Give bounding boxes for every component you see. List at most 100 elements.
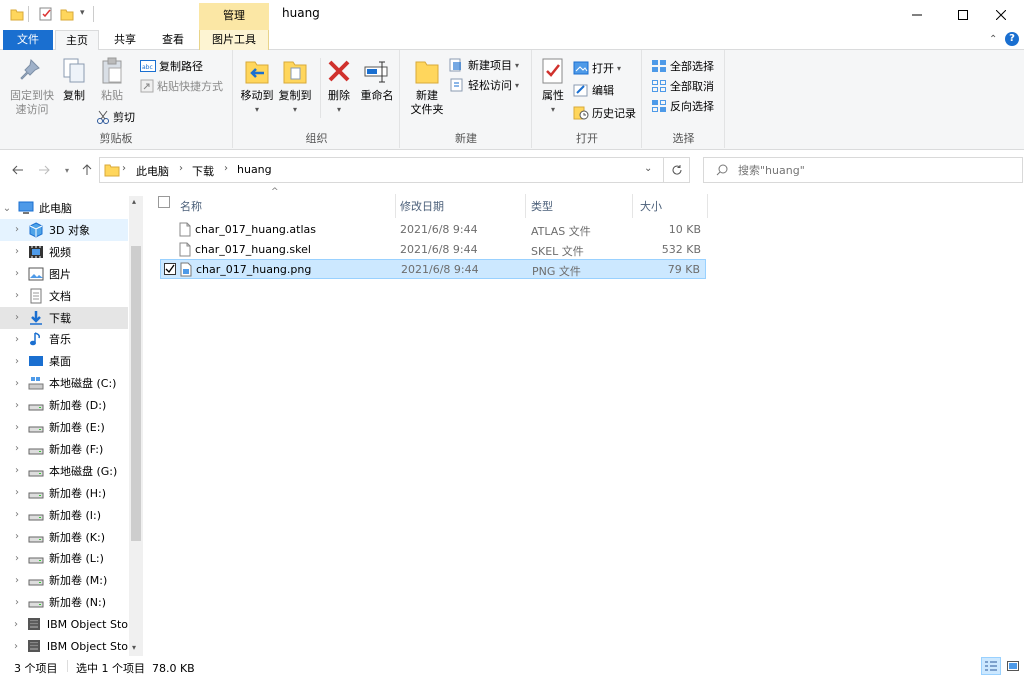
row-checkbox[interactable] xyxy=(164,263,176,275)
chevron-right-icon[interactable]: › xyxy=(10,487,24,498)
nav-item[interactable]: › IBM Object Sto xyxy=(0,613,128,635)
rename-button[interactable]: 重命名 xyxy=(358,56,396,103)
recent-locations-button[interactable]: ▾ xyxy=(60,160,74,180)
nav-item[interactable]: › 视频 xyxy=(0,241,128,263)
column-header-type[interactable]: 类型 xyxy=(531,194,631,218)
chevron-right-icon[interactable]: › xyxy=(10,509,24,520)
breadcrumb-downloads[interactable]: 下载 xyxy=(192,163,214,179)
column-separator[interactable] xyxy=(395,194,396,218)
open-button[interactable]: 打开 ▾ xyxy=(573,59,621,77)
chevron-right-icon[interactable]: › xyxy=(10,553,24,564)
breadcrumb-huang[interactable]: huang xyxy=(237,163,272,176)
chevron-right-icon[interactable]: › xyxy=(10,641,22,652)
breadcrumb-this-pc[interactable]: 此电脑 xyxy=(136,163,169,179)
nav-item[interactable]: › 新加卷 (M:) xyxy=(0,569,128,591)
manage-context-tab[interactable]: 管理 xyxy=(199,3,269,30)
column-header-size[interactable]: 大小 xyxy=(640,194,706,218)
invert-selection-button[interactable]: 反向选择 xyxy=(651,97,714,115)
scroll-down-arrow[interactable]: ▾ xyxy=(132,643,136,652)
nav-item[interactable]: › 新加卷 (F:) xyxy=(0,438,128,460)
chevron-right-icon[interactable]: › xyxy=(10,356,24,367)
select-all-checkbox[interactable] xyxy=(158,196,170,208)
properties-quick-icon[interactable] xyxy=(38,6,54,22)
row-checkbox[interactable] xyxy=(163,223,175,235)
chevron-right-icon[interactable]: › xyxy=(10,443,24,454)
chevron-right-icon[interactable]: › xyxy=(10,575,24,586)
up-button[interactable] xyxy=(78,160,96,180)
search-box[interactable] xyxy=(703,157,1023,183)
select-none-button[interactable]: 全部取消 xyxy=(651,77,714,95)
nav-item[interactable]: › 下载 xyxy=(0,306,128,329)
nav-item[interactable]: › 新加卷 (D:) xyxy=(0,394,128,416)
nav-scrollbar-thumb[interactable] xyxy=(131,246,141,541)
nav-item[interactable]: › 新加卷 (N:) xyxy=(0,591,128,613)
chevron-right-icon[interactable]: › xyxy=(10,268,24,279)
details-view-button[interactable] xyxy=(981,657,1001,675)
file-row[interactable]: char_017_huang.skel 2021/6/8 9:44 SKEL 文件 5… xyxy=(160,240,706,260)
tab-file[interactable]: 文件 xyxy=(3,30,53,50)
row-checkbox[interactable] xyxy=(163,243,175,255)
copy-to-button[interactable]: 复制到 ▾ xyxy=(276,56,314,117)
chevron-right-icon[interactable]: › xyxy=(10,597,24,608)
chevron-right-icon[interactable]: › xyxy=(10,400,24,411)
chevron-down-icon[interactable]: ⌄ xyxy=(0,203,14,214)
chevron-right-icon[interactable]: › xyxy=(10,224,24,235)
search-input[interactable] xyxy=(738,161,1008,179)
column-separator[interactable] xyxy=(525,194,526,218)
collapse-ribbon-icon[interactable]: ⌃ xyxy=(989,34,997,45)
nav-item[interactable]: › 桌面 xyxy=(0,350,128,372)
nav-item[interactable]: › 文档 xyxy=(0,285,128,307)
nav-item[interactable]: › 新加卷 (L:) xyxy=(0,547,128,569)
forward-button[interactable] xyxy=(34,160,54,180)
nav-item[interactable]: ⌄ 此电脑 xyxy=(0,197,128,219)
select-all-button[interactable]: 全部选择 xyxy=(651,57,714,75)
chevron-right-icon[interactable]: › xyxy=(10,531,24,542)
address-bar[interactable]: › 此电脑 › 下载 › huang ⌄ xyxy=(99,157,664,183)
tab-picture-tools[interactable]: 图片工具 xyxy=(199,30,269,50)
nav-item[interactable]: › 新加卷 (I:) xyxy=(0,504,128,526)
cut-button[interactable]: 剪切 xyxy=(96,108,135,126)
column-header-date[interactable]: 修改日期 xyxy=(400,194,524,218)
scroll-up-arrow[interactable]: ▴ xyxy=(132,197,136,206)
move-to-button[interactable]: 移动到 ▾ xyxy=(238,56,276,117)
new-folder-quick-icon[interactable] xyxy=(60,7,74,21)
nav-item[interactable]: › 3D 对象 xyxy=(0,218,128,241)
refresh-button[interactable] xyxy=(664,157,690,183)
large-icons-view-button[interactable] xyxy=(1003,657,1023,675)
nav-item[interactable]: › 音乐 xyxy=(0,328,128,350)
properties-button[interactable]: 属性 ▾ xyxy=(537,56,569,117)
pin-quick-access-button[interactable]: 固定到快 速访问 xyxy=(6,56,58,117)
new-folder-button[interactable]: 新建 文件夹 xyxy=(407,56,447,117)
column-separator[interactable] xyxy=(707,194,708,218)
delete-button[interactable]: 删除 ▾ xyxy=(324,56,354,117)
chevron-right-icon[interactable]: › xyxy=(10,246,24,257)
copy-path-button[interactable]: abc 复制路径 xyxy=(140,57,203,75)
paste-shortcut-button[interactable]: 粘贴快捷方式 xyxy=(140,77,223,95)
easy-access-button[interactable]: 轻松访问 ▾ xyxy=(449,76,519,94)
chevron-right-icon[interactable]: › xyxy=(10,465,24,476)
tab-view[interactable]: 查看 xyxy=(152,30,194,50)
column-header-name[interactable]: 名称 xyxy=(180,194,394,218)
minimize-button[interactable] xyxy=(894,0,940,30)
close-button[interactable] xyxy=(978,0,1024,30)
column-separator[interactable] xyxy=(632,194,633,218)
file-row[interactable]: char_017_huang.atlas 2021/6/8 9:44 ATLAS 文… xyxy=(160,220,706,240)
chevron-right-icon[interactable]: › xyxy=(10,619,22,630)
nav-item[interactable]: › 本地磁盘 (G:) xyxy=(0,460,128,482)
chevron-right-icon[interactable]: › xyxy=(10,378,24,389)
new-item-button[interactable]: 新建项目 ▾ xyxy=(449,56,519,74)
chevron-down-icon[interactable]: ⌄ xyxy=(644,163,652,174)
copy-button[interactable]: 复制 xyxy=(58,56,90,103)
customize-quick-access-icon[interactable]: ▾ xyxy=(80,8,85,18)
history-button[interactable]: 历史记录 xyxy=(573,104,636,122)
tab-home[interactable]: 主页 xyxy=(55,30,99,51)
edit-button[interactable]: 编辑 xyxy=(573,81,614,99)
tab-share[interactable]: 共享 xyxy=(104,30,146,50)
help-icon[interactable]: ? xyxy=(1005,32,1019,46)
nav-item[interactable]: › 新加卷 (H:) xyxy=(0,482,128,504)
chevron-right-icon[interactable]: › xyxy=(10,334,24,345)
nav-item[interactable]: › 新加卷 (K:) xyxy=(0,526,128,548)
nav-item[interactable]: › IBM Object Sto xyxy=(0,635,128,657)
file-row[interactable]: char_017_huang.png 2021/6/8 9:44 PNG 文件 79 … xyxy=(160,259,706,279)
chevron-right-icon[interactable]: › xyxy=(10,422,24,433)
